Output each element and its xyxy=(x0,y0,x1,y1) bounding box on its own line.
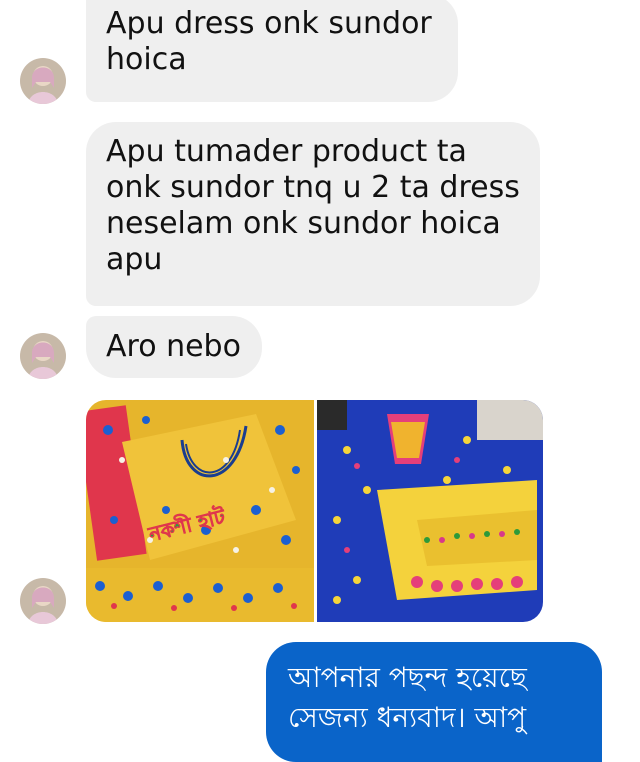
contact-avatar-icon[interactable] xyxy=(20,578,66,624)
contact-avatar-icon[interactable] xyxy=(20,333,66,379)
incoming-message[interactable]: Apu tumader product ta onk sundor tnq u … xyxy=(86,122,540,306)
contact-avatar-icon[interactable] xyxy=(20,58,66,104)
incoming-message[interactable]: Apu dress onk sundor hoica xyxy=(86,0,458,102)
incoming-message[interactable]: Aro nebo xyxy=(86,316,262,378)
outgoing-message[interactable]: আপনার পছন্দ হয়েছে সেজন্য ধন্যবাদ। আপু xyxy=(266,642,602,762)
dress-photo[interactable]: নকশী হাট xyxy=(86,400,314,622)
dress-photo[interactable] xyxy=(317,400,543,622)
